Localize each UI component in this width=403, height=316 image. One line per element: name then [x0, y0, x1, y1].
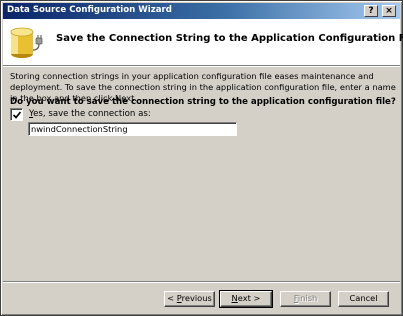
- next-button[interactable]: Next >: [219, 290, 273, 308]
- save-connection-label[interactable]: Yes, save the connection as:: [29, 109, 151, 119]
- cancel-button[interactable]: Cancel: [338, 291, 389, 307]
- connection-name-input[interactable]: [28, 122, 237, 136]
- header-divider: [3, 65, 400, 67]
- save-connection-checkbox[interactable]: [10, 108, 23, 121]
- window-title: Data Source Configuration Wizard: [7, 5, 172, 15]
- page-title: Save the Connection String to the Applic…: [56, 33, 403, 44]
- database-plug-icon: [10, 27, 43, 58]
- checkmark-icon: [12, 111, 22, 119]
- previous-button[interactable]: < Previous: [164, 291, 215, 307]
- save-question: Do you want to save the connection strin…: [10, 97, 396, 107]
- wizard-header: Save the Connection String to the Applic…: [3, 19, 403, 65]
- finish-button[interactable]: Finish: [280, 291, 331, 307]
- close-button[interactable]: ×: [382, 5, 396, 17]
- help-button[interactable]: ?: [364, 5, 378, 17]
- wizard-dialog: Data Source Configuration Wizard ? × Sav…: [0, 0, 403, 316]
- footer-divider: [3, 281, 400, 283]
- title-bar[interactable]: Data Source Configuration Wizard ? ×: [3, 3, 400, 19]
